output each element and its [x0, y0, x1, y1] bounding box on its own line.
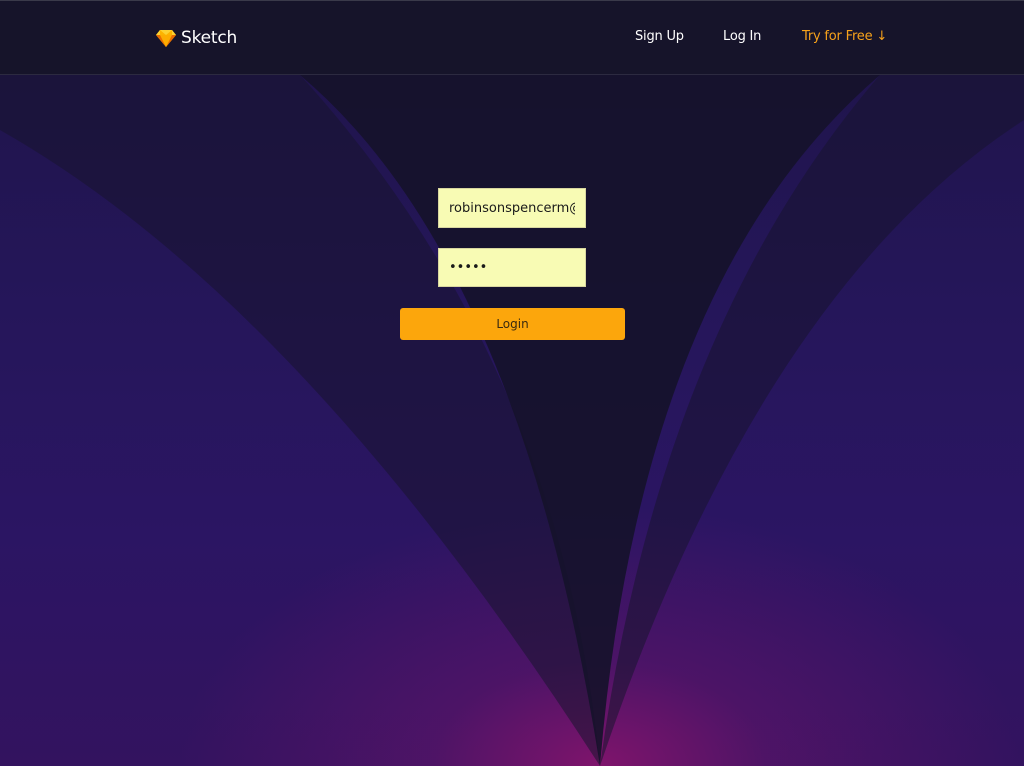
login-button[interactable]: Login [400, 308, 625, 340]
password-field[interactable] [438, 248, 586, 287]
log-in-link[interactable]: Log In [723, 29, 761, 44]
background-decoration [0, 75, 1024, 766]
logo-text: Sketch [181, 28, 238, 48]
sign-up-link[interactable]: Sign Up [635, 29, 684, 44]
page-background [0, 0, 1024, 766]
logo[interactable]: Sketch [156, 26, 237, 50]
top-navigation-bar: Sketch Sign Up Log In Try for Free ↓ [0, 0, 1024, 75]
diamond-icon [156, 30, 176, 47]
email-field[interactable] [438, 188, 586, 228]
try-for-free-link[interactable]: Try for Free ↓ [802, 29, 887, 44]
